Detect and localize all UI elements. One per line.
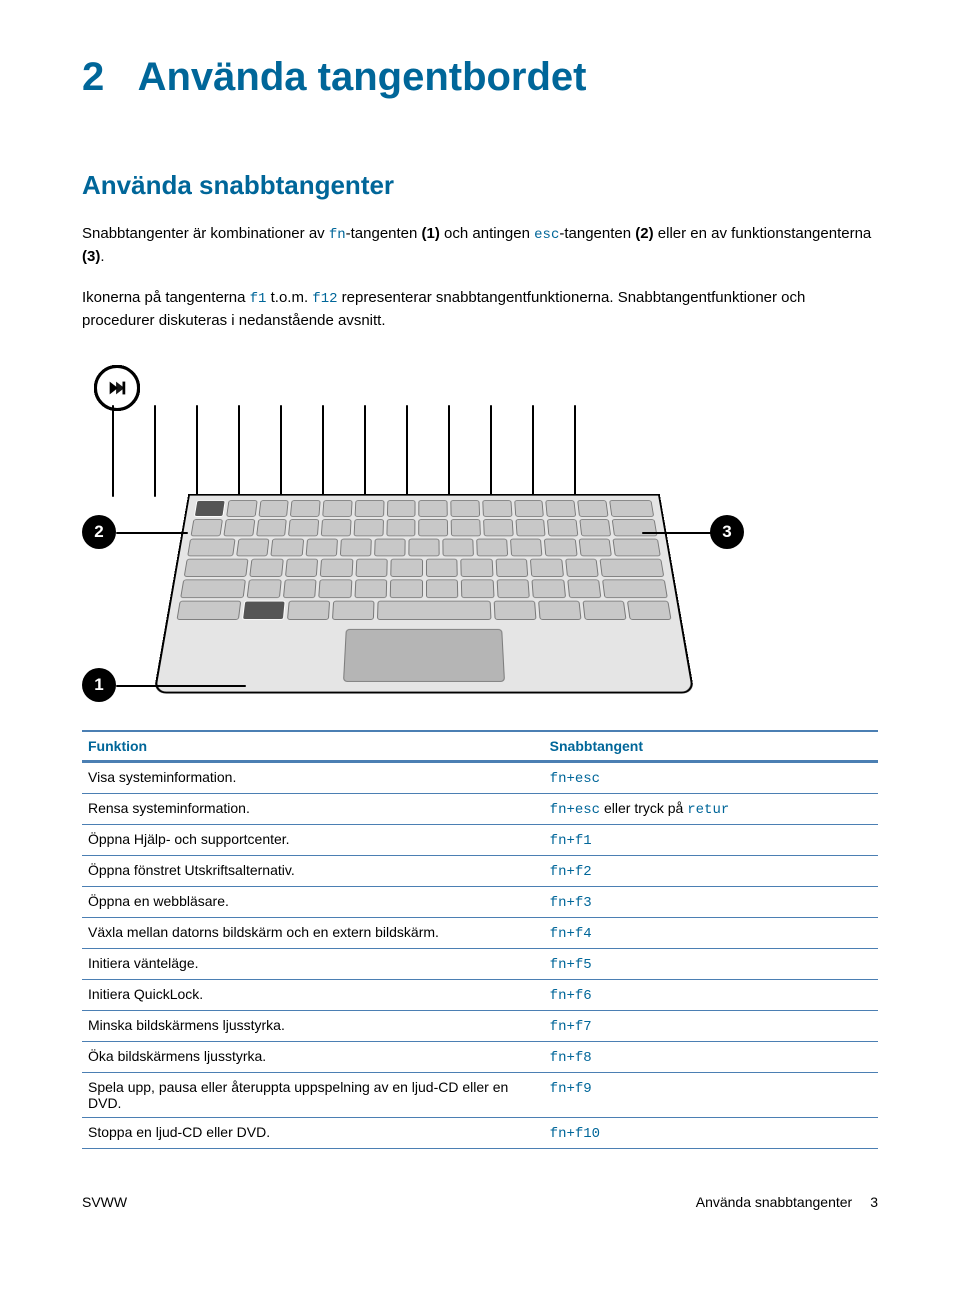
table-row: Minska bildskärmens ljusstyrka.fn+f7 <box>82 1011 878 1042</box>
callout-2: 2 <box>82 515 116 549</box>
keyboard-illustration: ? WWW <box>82 350 762 710</box>
function-cell: Spela upp, pausa eller återuppta uppspel… <box>82 1073 544 1118</box>
table-row: Stoppa en ljud-CD eller DVD.fn+f10 <box>82 1118 878 1149</box>
hotkey-cell: fn+f3 <box>544 887 878 918</box>
table-row: Växla mellan datorns bildskärm och en ex… <box>82 918 878 949</box>
fn-key-name: fn <box>329 227 346 243</box>
table-row: Spela upp, pausa eller återuppta uppspel… <box>82 1073 878 1118</box>
table-row: Initiera QuickLock.fn+f6 <box>82 980 878 1011</box>
hotkey-cell: fn+f10 <box>544 1118 878 1149</box>
hotkey-cell: fn+f2 <box>544 856 878 887</box>
function-cell: Öppna Hjälp- och supportcenter. <box>82 825 544 856</box>
intro-paragraph-1: Snabbtangenter är kombinationer av fn-ta… <box>82 223 878 269</box>
chapter-title: 2 Använda tangentbordet <box>82 55 878 100</box>
esc-key-name: esc <box>534 227 559 243</box>
hotkey-cell: fn+esc <box>544 762 878 794</box>
chapter-number: 2 <box>82 55 104 99</box>
function-cell: Initiera vänteläge. <box>82 949 544 980</box>
footer-section: Använda snabbtangenter <box>696 1194 852 1210</box>
chapter-text: Använda tangentbordet <box>138 55 587 99</box>
function-cell: Öppna en webbläsare. <box>82 887 544 918</box>
table-row: Öppna en webbläsare.fn+f3 <box>82 887 878 918</box>
function-cell: Öppna fönstret Utskriftsalternativ. <box>82 856 544 887</box>
function-cell: Minska bildskärmens ljusstyrka. <box>82 1011 544 1042</box>
hotkey-cell: fn+esc eller tryck på retur <box>544 794 878 825</box>
hotkey-cell: fn+f5 <box>544 949 878 980</box>
section-title: Använda snabbtangenter <box>82 170 878 201</box>
function-cell: Stoppa en ljud-CD eller DVD. <box>82 1118 544 1149</box>
page-footer: SVWW Använda snabbtangenter 3 <box>0 1149 960 1210</box>
table-row: Rensa systeminformation.fn+esc eller try… <box>82 794 878 825</box>
table-row: Visa systeminformation.fn+esc <box>82 762 878 794</box>
function-cell: Initiera QuickLock. <box>82 980 544 1011</box>
table-row: Öppna Hjälp- och supportcenter.fn+f1 <box>82 825 878 856</box>
hotkey-cell: fn+f4 <box>544 918 878 949</box>
table-header-hotkey: Snabbtangent <box>544 731 878 762</box>
next-track-icon <box>94 365 140 411</box>
callout-3: 3 <box>710 515 744 549</box>
table-row: Initiera vänteläge.fn+f5 <box>82 949 878 980</box>
table-header-function: Funktion <box>82 731 544 762</box>
table-row: Öka bildskärmens ljusstyrka.fn+f8 <box>82 1042 878 1073</box>
hotkey-cell: fn+f6 <box>544 980 878 1011</box>
footer-page-number: 3 <box>870 1194 878 1210</box>
table-row: Öppna fönstret Utskriftsalternativ.fn+f2 <box>82 856 878 887</box>
hotkey-cell: fn+f8 <box>544 1042 878 1073</box>
hotkey-cell: fn+f1 <box>544 825 878 856</box>
function-cell: Öka bildskärmens ljusstyrka. <box>82 1042 544 1073</box>
hotkey-cell: fn+f9 <box>544 1073 878 1118</box>
function-cell: Visa systeminformation. <box>82 762 544 794</box>
callout-1: 1 <box>82 668 116 702</box>
intro-paragraph-2: Ikonerna på tangenterna f1 t.o.m. f12 re… <box>82 287 878 333</box>
footer-left: SVWW <box>82 1194 127 1210</box>
hotkey-table: Funktion Snabbtangent Visa systeminforma… <box>82 730 878 1149</box>
keyboard-shape <box>153 494 694 693</box>
function-cell: Rensa systeminformation. <box>82 794 544 825</box>
function-cell: Växla mellan datorns bildskärm och en ex… <box>82 918 544 949</box>
hotkey-cell: fn+f7 <box>544 1011 878 1042</box>
